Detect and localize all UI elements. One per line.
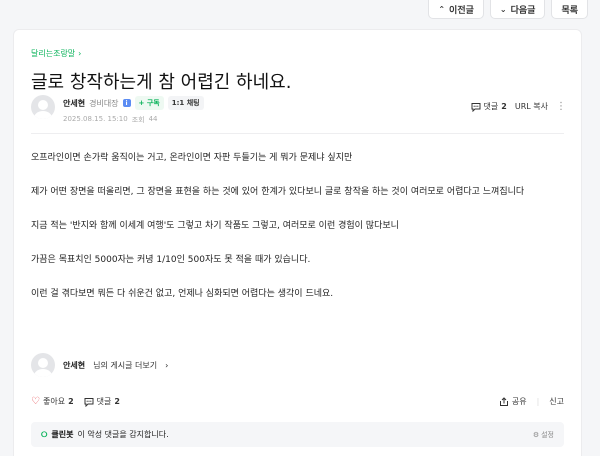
list-button[interactable]: 목록 — [551, 0, 588, 19]
author-name[interactable]: 안세현 — [63, 98, 85, 109]
post-navigation: ⌃ 이전글 ⌄ 다음글 목록 — [428, 0, 588, 19]
cleanbot-message: 이 악성 댓글을 감지합니다. — [77, 430, 169, 439]
share-icon — [499, 396, 508, 406]
comment-button[interactable]: 댓글 2 — [84, 396, 120, 407]
author-more-posts-link[interactable]: 안세현 님의 게시글 더보기 › — [31, 353, 168, 377]
body-paragraph: 지금 적는 '반지와 함께 이세계 여행'도 그렇고 차기 작품도 그렇고, 여… — [31, 221, 399, 231]
chat-button[interactable]: 1:1 채팅 — [167, 96, 204, 110]
chevron-down-icon: ⌄ — [499, 4, 507, 14]
subscribe-button[interactable]: + 구독 — [134, 96, 164, 110]
comment-count: 2 — [114, 397, 120, 406]
post-title: 글로 창작하는게 참 어렵긴 하네요. — [31, 72, 292, 93]
like-button[interactable]: ♡ 좋아요 2 — [31, 396, 74, 407]
comment-icon — [471, 102, 481, 112]
url-copy-button[interactable]: URL 복사 — [515, 101, 548, 112]
comment-count-button[interactable]: 댓글 2 — [471, 101, 507, 112]
cleanbot-info: ⭘ 클린봇 이 악성 댓글을 감지합니다. — [41, 429, 169, 440]
chevron-right-icon: › — [165, 360, 169, 370]
list-label: 목록 — [561, 5, 578, 16]
cleanbot-banner: ⭘ 클린봇 이 악성 댓글을 감지합니다. ⚙ 설정 — [31, 422, 564, 447]
next-post-button[interactable]: ⌄ 다음글 — [489, 0, 546, 19]
author-more-suffix: 님의 게시글 더보기 — [93, 360, 158, 370]
like-count: 2 — [68, 397, 74, 406]
rank-badge-icon: i — [122, 99, 131, 107]
author-section: 안세현 경비대장 i + 구독 1:1 채팅 2025.08.15. 15:10… — [31, 95, 204, 125]
more-options-icon[interactable]: ⋮ — [556, 101, 566, 112]
author-nameline: 안세현 경비대장 i + 구독 1:1 채팅 — [63, 96, 204, 110]
report-button[interactable]: 신고 — [549, 396, 564, 407]
body-paragraph: 오프라인이면 손가락 움직이는 거고, 온라인이면 자판 두들기는 게 뭐가 문… — [31, 153, 353, 163]
cleanbot-name: 클린봇 — [51, 430, 74, 439]
interaction-right: 공유 | 신고 — [499, 396, 564, 407]
post-date: 2025.08.15. 15:10 — [63, 115, 128, 123]
cleanbot-setting-label: 설정 — [541, 430, 554, 439]
comment-count: 2 — [501, 102, 507, 111]
comment-label: 댓글 — [483, 102, 499, 111]
post-body: 오프라인이면 손가락 움직이는 거고, 온라인이면 자판 두들기는 게 뭐가 문… — [31, 150, 569, 320]
interaction-bar: ♡ 좋아요 2 댓글 2 공유 | 신고 — [31, 396, 564, 407]
author-more-name: 안세현 — [63, 360, 86, 370]
post-card: 달리는조랑말 › 글로 창작하는게 참 어렵긴 하네요. 안세현 경비대장 i … — [13, 29, 582, 456]
separator: | — [536, 397, 540, 406]
share-label: 공유 — [511, 397, 527, 406]
author-rank: 경비대장 — [89, 98, 119, 108]
prev-post-label: 이전글 — [449, 5, 474, 16]
prev-post-button[interactable]: ⌃ 이전글 — [428, 0, 484, 19]
cafe-link[interactable]: 달리는조랑말 › — [31, 48, 81, 59]
cleanbot-icon: ⭘ — [41, 429, 48, 439]
like-label: 좋아요 — [42, 397, 66, 406]
gear-icon: ⚙ — [532, 430, 540, 439]
views-count: 44 — [148, 115, 158, 123]
divider — [31, 133, 564, 134]
avatar[interactable] — [31, 95, 55, 119]
chevron-up-icon: ⌃ — [438, 4, 446, 14]
author-info: 안세현 경비대장 i + 구독 1:1 채팅 2025.08.15. 15:10… — [63, 95, 204, 125]
body-paragraph: 가끔은 목표치인 5000자는 커녕 1/10인 500자도 못 적을 때가 있… — [31, 255, 311, 265]
post-meta: 2025.08.15. 15:10 조회 44 — [63, 115, 204, 125]
comment-icon — [84, 397, 94, 407]
post-actions: 댓글 2 URL 복사 ⋮ — [471, 101, 566, 112]
body-paragraph: 이런 걸 겪다보면 뭐든 다 쉬운건 없고, 언제나 심화되면 어렵다는 생각이… — [31, 289, 334, 299]
interaction-left: ♡ 좋아요 2 댓글 2 — [31, 396, 120, 407]
avatar — [31, 353, 55, 377]
cafe-name: 달리는조랑말 — [31, 49, 76, 58]
views-label: 조회 — [131, 116, 145, 124]
chevron-right-icon: › — [78, 49, 82, 58]
comment-label: 댓글 — [96, 397, 112, 406]
share-button[interactable]: 공유 — [499, 396, 527, 407]
next-post-label: 다음글 — [510, 5, 536, 16]
body-paragraph: 제가 어떤 장면을 떠올리면, 그 장면을 표현을 하는 것에 있어 한계가 있… — [31, 187, 525, 197]
heart-icon: ♡ — [31, 396, 40, 407]
cleanbot-setting-button[interactable]: ⚙ 설정 — [533, 430, 554, 440]
